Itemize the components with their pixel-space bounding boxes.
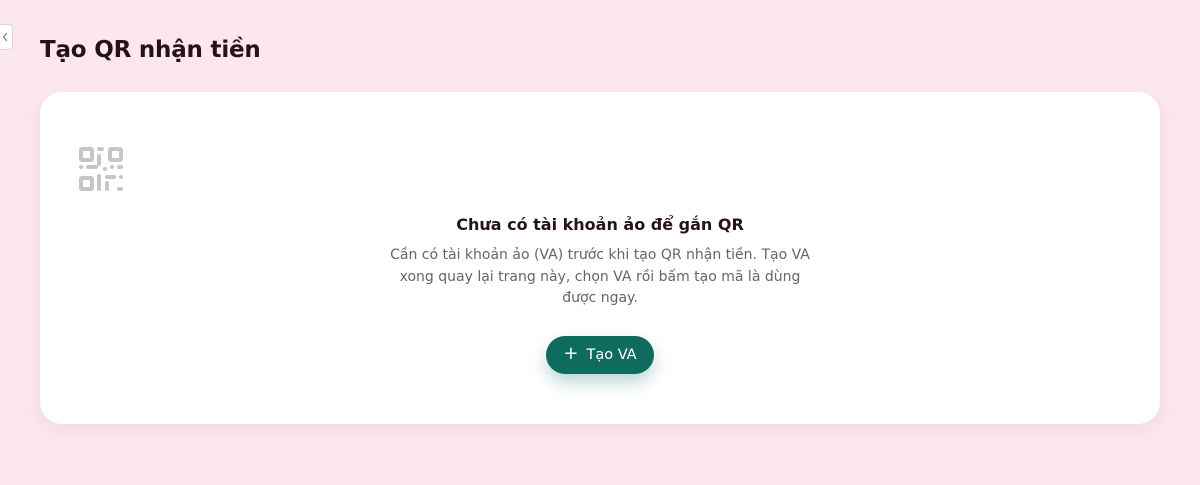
empty-state-card: Chưa có tài khoản ảo để gắn QR Cần có tà… [40,92,1160,424]
qr-code-icon [79,147,123,191]
create-va-button-label: Tạo VA [586,347,637,363]
plus-icon: + [563,343,579,364]
create-va-button[interactable]: + Tạo VA [546,336,654,374]
empty-state-description: Cần có tài khoản ảo (VA) trước khi tạo Q… [390,247,810,306]
empty-state-title: Chưa có tài khoản ảo để gắn QR [456,215,744,234]
page-title: Tạo QR nhận tiền [40,37,261,63]
chevron-left-icon [2,32,8,42]
sidebar-toggle-button[interactable] [0,24,13,50]
